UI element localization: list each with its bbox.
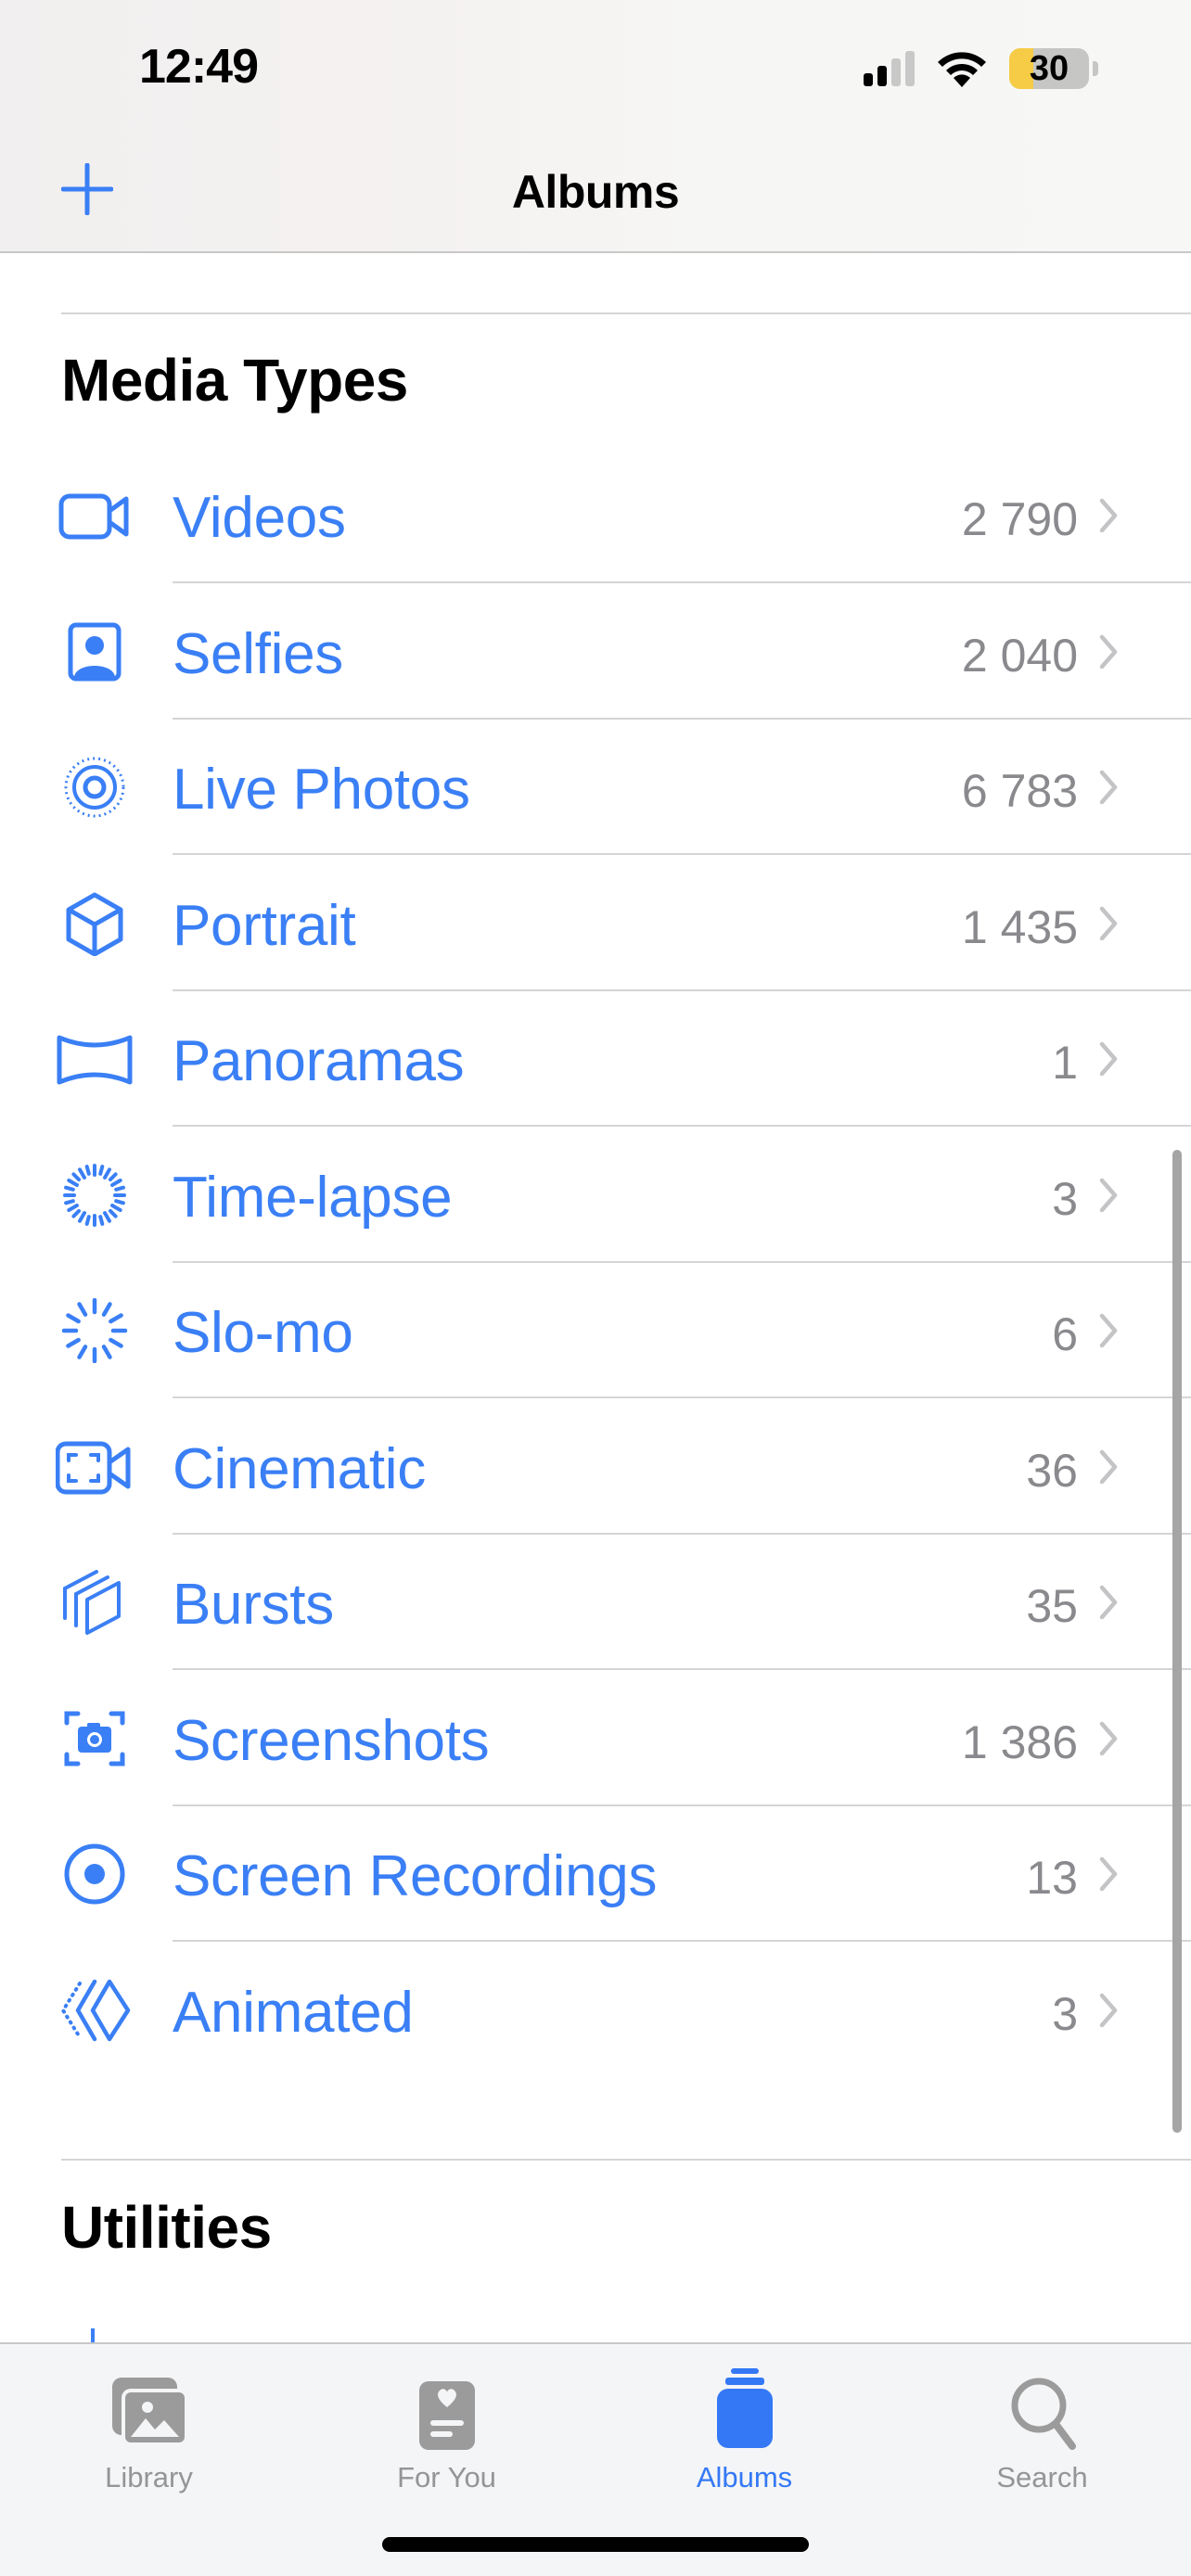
chevron-right-icon (1099, 1041, 1118, 1077)
album-count: 35 (1026, 1580, 1078, 1632)
album-count: 13 (1026, 1852, 1078, 1904)
chevron-right-icon (1099, 498, 1118, 533)
album-row-portrait[interactable]: Portrait 1 435 (0, 856, 1191, 991)
section-title-media-types: Media Types (61, 347, 408, 414)
album-label: Time-lapse (173, 1165, 453, 1230)
album-row-time-lapse[interactable]: Time-lapse 3 (0, 1128, 1191, 1263)
chevron-right-icon (1099, 1856, 1118, 1892)
tab-search[interactable]: Search (893, 2344, 1191, 2511)
album-row-panoramas[interactable]: Panoramas 1 (0, 991, 1191, 1127)
albums-stack-icon (716, 2368, 773, 2448)
album-label: Bursts (173, 1573, 334, 1637)
album-count: 6 (1052, 1308, 1078, 1360)
partial-utility-icon (91, 2328, 95, 2342)
album-count: 36 (1026, 1444, 1078, 1497)
albums-list-scroll[interactable]: Media Types Videos 2 790 Selfies 2 040 L… (0, 255, 1191, 2342)
for-you-heart-icon (418, 2381, 475, 2450)
battery-nub (1093, 61, 1098, 76)
cinematic-camera-icon (56, 1435, 134, 1499)
album-label: Screenshots (173, 1708, 490, 1773)
page-title: Albums (511, 166, 680, 218)
album-count: 3 (1052, 1987, 1078, 2040)
album-row-live-photos[interactable]: Live Photos 6 783 (0, 720, 1191, 855)
album-label: Screen Recordings (173, 1844, 658, 1908)
chevron-right-icon (1099, 906, 1118, 940)
cube-icon (56, 891, 134, 956)
album-row-screenshots[interactable]: Screenshots 1 386 (0, 1671, 1191, 1806)
status-time: 12:49 (139, 40, 259, 94)
album-count: 2 040 (961, 629, 1078, 682)
scroll-indicator[interactable] (1172, 1150, 1182, 2133)
album-row-screen-recordings[interactable]: Screen Recordings 13 (0, 1806, 1191, 1942)
video-camera-icon (56, 483, 134, 548)
album-label: Animated (173, 1980, 414, 2045)
tab-label: Albums (696, 2461, 793, 2493)
album-row-slo-mo[interactable]: Slo-mo 6 (0, 1263, 1191, 1398)
chevron-right-icon (1099, 1178, 1118, 1212)
tab-library[interactable]: Library (0, 2344, 298, 2511)
tab-for-you[interactable]: For You (298, 2344, 596, 2511)
chevron-right-icon (1099, 1585, 1118, 1620)
status-indicators: 30 (864, 46, 1098, 91)
screenshot-camera-icon (56, 1706, 134, 1771)
section-title-utilities: Utilities (61, 2194, 272, 2261)
wifi-icon (938, 52, 986, 87)
bursts-stack-icon (56, 1570, 134, 1635)
album-count: 2 790 (961, 493, 1078, 545)
tab-albums[interactable]: Albums (596, 2344, 893, 2511)
timelapse-icon (56, 1163, 134, 1228)
animated-diamond-icon (56, 1978, 134, 2043)
panorama-icon (56, 1027, 134, 1091)
section-divider (61, 312, 1191, 314)
album-label: Portrait (173, 893, 356, 958)
battery-icon: 30 (1009, 48, 1089, 89)
battery-percent: 30 (1029, 48, 1069, 88)
album-row-bursts[interactable]: Bursts 35 (0, 1535, 1191, 1670)
tab-label: Library (105, 2461, 193, 2493)
album-row-selfies[interactable]: Selfies 2 040 (0, 584, 1191, 720)
album-count: 1 435 (961, 900, 1078, 953)
album-label: Panoramas (173, 1029, 465, 1093)
section-divider (61, 2159, 1191, 2161)
slomo-icon (56, 1298, 134, 1363)
album-label: Cinematic (173, 1436, 426, 1501)
home-indicator[interactable] (382, 2537, 809, 2552)
live-photo-icon (56, 755, 134, 820)
album-row-animated[interactable]: Animated 3 (0, 1943, 1191, 2078)
tab-label: For You (397, 2461, 496, 2493)
album-label: Live Photos (173, 758, 470, 822)
signal-icon (864, 51, 915, 86)
selfie-person-icon (56, 619, 134, 684)
album-count: 6 783 (961, 765, 1078, 817)
chevron-right-icon (1099, 1449, 1118, 1484)
album-count: 1 386 (961, 1715, 1078, 1768)
chevron-right-icon (1099, 770, 1118, 805)
album-count: 1 (1052, 1037, 1078, 1089)
chevron-right-icon (1099, 1313, 1118, 1348)
album-row-videos[interactable]: Videos 2 790 (0, 448, 1191, 583)
chevron-right-icon (1099, 1721, 1118, 1755)
top-bar: 12:49 30 Albums (0, 0, 1191, 253)
album-label: Videos (173, 486, 346, 550)
magnifier-icon (1011, 2378, 1076, 2450)
album-row-cinematic[interactable]: Cinematic 36 (0, 1399, 1191, 1535)
photo-library-icon (111, 2378, 188, 2446)
screen-record-icon (56, 1842, 134, 1906)
chevron-right-icon (1099, 634, 1118, 669)
album-label: Selfies (173, 621, 343, 686)
tab-label: Search (996, 2461, 1088, 2493)
album-count: 3 (1052, 1172, 1078, 1225)
album-label: Slo-mo (173, 1301, 353, 1365)
chevron-right-icon (1099, 1993, 1118, 2027)
